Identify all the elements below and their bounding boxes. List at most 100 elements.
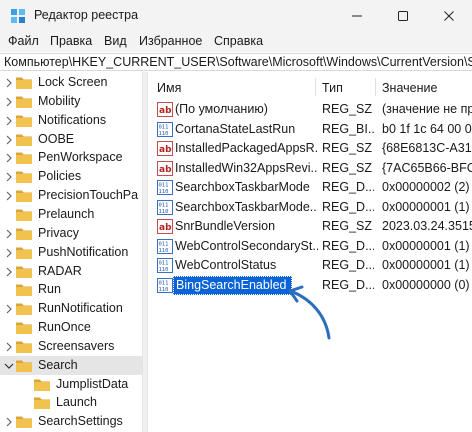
chevron-right-icon[interactable] xyxy=(5,135,13,145)
folder-icon xyxy=(16,171,32,183)
tree-item-label: Lock Screen xyxy=(38,75,108,89)
maximize-button[interactable] xyxy=(380,0,426,32)
column-header-type[interactable]: Тип xyxy=(322,72,343,102)
value-name: CortanaStateLastRun xyxy=(175,122,296,136)
value-type: REG_D... xyxy=(322,258,374,272)
tree-item-radar[interactable]: RADAR xyxy=(0,262,142,281)
tree-item-label: Policies xyxy=(38,169,82,183)
tree-item-prelaunch[interactable]: Prelaunch xyxy=(0,205,142,224)
menu-edit[interactable]: Правка xyxy=(50,34,92,48)
tree-item-label: PrecisionTouchPa xyxy=(38,188,139,202)
value-name: SnrBundleVersion xyxy=(175,219,276,233)
menu-file[interactable]: Файл xyxy=(8,34,39,48)
value-type: REG_SZ xyxy=(322,219,373,233)
value-name: WebControlStatus xyxy=(175,258,277,272)
tree-item-launch[interactable]: Launch xyxy=(0,393,142,412)
tree-item-runnotification[interactable]: RunNotification xyxy=(0,299,142,318)
svg-text:110: 110 xyxy=(159,209,169,215)
tree-item-precisiontouchpa[interactable]: PrecisionTouchPa xyxy=(0,186,142,205)
tree-item-policies[interactable]: Policies xyxy=(0,167,142,186)
column-separator[interactable] xyxy=(315,78,316,96)
tree-item-lock screen[interactable]: Lock Screen xyxy=(0,73,142,92)
value-data: 2023.03.24.35152 xyxy=(382,219,472,233)
minimize-button[interactable] xyxy=(334,0,380,32)
svg-text:011: 011 xyxy=(159,242,169,248)
folder-icon xyxy=(16,209,32,221)
tree-item-privacy[interactable]: Privacy xyxy=(0,224,142,243)
value-type: REG_D... xyxy=(322,180,374,194)
svg-text:110: 110 xyxy=(159,287,169,293)
chevron-right-icon[interactable] xyxy=(5,229,13,239)
binary-value-icon: 011110 xyxy=(157,200,173,215)
chevron-right-icon[interactable] xyxy=(5,417,13,427)
tree-item-run[interactable]: Run xyxy=(0,280,142,299)
tree-item-label: Screensavers xyxy=(38,339,115,353)
pane-splitter[interactable] xyxy=(142,72,148,432)
chevron-right-icon[interactable] xyxy=(5,153,13,163)
tree-item-penworkspace[interactable]: PenWorkspace xyxy=(0,148,142,167)
chevron-right-icon[interactable] xyxy=(5,172,13,182)
folder-icon xyxy=(16,152,32,164)
value-row[interactable]: 011 110 SearchboxTaskbarMode... REG_D... 0x0… xyxy=(149,198,472,217)
value-row[interactable]: 011 110 BingSearchEnabled REG_D... 0x0000000… xyxy=(149,276,472,295)
tree-item-notifications[interactable]: Notifications xyxy=(0,111,142,130)
value-name-edit-field[interactable]: BingSearchEnabled xyxy=(173,276,292,295)
column-header-name[interactable]: Имя xyxy=(157,72,181,102)
minimize-icon xyxy=(352,15,362,17)
binary-value-icon: 011110 xyxy=(157,278,173,293)
value-type: REG_D... xyxy=(322,278,374,292)
folder-icon xyxy=(16,228,32,240)
folder-icon xyxy=(16,322,32,334)
binary-value-icon: 011110 xyxy=(157,122,173,137)
tree-item-mobility[interactable]: Mobility xyxy=(0,92,142,111)
value-row[interactable]: 011 110 SearchboxTaskbarMode REG_D... 0x0000… xyxy=(149,178,472,197)
string-value-icon: ab xyxy=(157,141,173,156)
key-tree: Lock Screen Mobility Notifications OOBE PenW… xyxy=(0,72,142,432)
column-header-data[interactable]: Значение xyxy=(382,72,437,102)
chevron-right-icon[interactable] xyxy=(5,304,13,314)
folder-icon xyxy=(34,397,50,409)
folder-icon xyxy=(16,77,32,89)
chevron-down-icon[interactable] xyxy=(4,361,14,371)
chevron-right-icon[interactable] xyxy=(5,248,13,258)
tree-item-jumplistdata[interactable]: JumplistData xyxy=(0,375,142,394)
column-separator[interactable] xyxy=(375,78,376,96)
chevron-right-icon[interactable] xyxy=(5,78,13,88)
value-row[interactable]: ab (По умолчанию) REG_SZ (значение не пр xyxy=(149,100,472,119)
value-row[interactable]: 011 110 WebControlSecondarySt... REG_D... 0x… xyxy=(149,237,472,256)
svg-text:110: 110 xyxy=(159,131,169,137)
address-bar[interactable]: Компьютер\HKEY_CURRENT_USER\Software\Mic… xyxy=(0,53,472,71)
value-row[interactable]: 011 110 CortanaStateLastRun REG_BI... b0 1f … xyxy=(149,120,472,139)
chevron-right-icon[interactable] xyxy=(5,116,13,126)
menu-help[interactable]: Справка xyxy=(214,34,263,48)
menu-favorites[interactable]: Избранное xyxy=(139,34,202,48)
value-data: (значение не пр xyxy=(382,102,472,116)
chevron-right-icon[interactable] xyxy=(5,97,13,107)
svg-text:011: 011 xyxy=(159,183,169,189)
value-type: REG_SZ xyxy=(322,141,373,155)
value-name: SearchboxTaskbarMode xyxy=(175,180,310,194)
folder-icon xyxy=(16,416,32,428)
tree-item-oobe[interactable]: OOBE xyxy=(0,130,142,149)
tree-item-pushnotification[interactable]: PushNotification xyxy=(0,243,142,262)
folder-icon xyxy=(16,341,32,353)
value-row[interactable]: ab InstalledWin32AppsRevi... REG_SZ {7AC65B… xyxy=(149,159,472,178)
chevron-right-icon[interactable] xyxy=(5,267,13,277)
tree-item-searchsettings[interactable]: SearchSettings xyxy=(0,412,142,431)
chevron-right-icon[interactable] xyxy=(5,342,13,352)
close-button[interactable] xyxy=(426,0,472,32)
value-name: InstalledPackagedAppsR... xyxy=(175,141,318,155)
value-row[interactable]: 011 110 WebControlStatus REG_D... 0x00000001… xyxy=(149,256,472,275)
string-value-icon: ab xyxy=(157,102,173,117)
chevron-right-icon[interactable] xyxy=(5,191,13,201)
tree-item-runonce[interactable]: RunOnce xyxy=(0,318,142,337)
folder-icon xyxy=(16,266,32,278)
value-row[interactable]: abSnrBundleVersion REG_SZ 2023.03.24.35152 xyxy=(149,217,472,236)
tree-item-search[interactable]: Search xyxy=(0,356,142,375)
title-bar: Редактор реестра xyxy=(0,0,472,32)
tree-item-screensavers[interactable]: Screensavers xyxy=(0,337,142,356)
value-row[interactable]: ab InstalledPackagedAppsR... REG_SZ {68E681… xyxy=(149,139,472,158)
menu-view[interactable]: Вид xyxy=(104,34,127,48)
tree-item-label: RunNotification xyxy=(38,301,123,315)
folder-icon xyxy=(16,284,32,296)
